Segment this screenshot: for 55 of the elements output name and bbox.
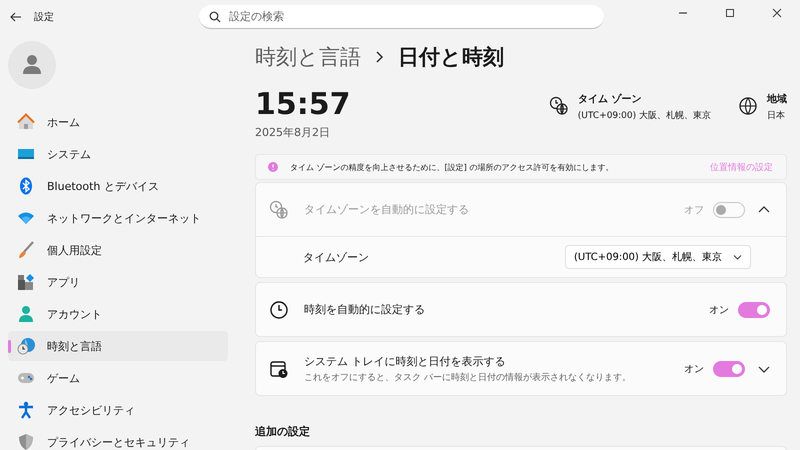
section-heading: 追加の設定 bbox=[255, 424, 311, 439]
calendar-clock-icon bbox=[269, 358, 289, 378]
shield-icon bbox=[17, 433, 35, 450]
nav-item[interactable]: Bluetooth とデバイス bbox=[8, 171, 228, 201]
toggle-state-label: オン bbox=[709, 304, 729, 316]
nav-item[interactable]: 時刻と言語 bbox=[8, 331, 228, 361]
banner-text: タイム ゾーンの精度を向上させるために、[設定] の場所のアクセス許可を有効にします。 bbox=[290, 162, 614, 172]
setting-label: タイムゾーン bbox=[303, 250, 370, 264]
search-icon bbox=[209, 11, 221, 23]
clock-globe-icon bbox=[548, 96, 569, 116]
summary-title: タイム ゾーン bbox=[578, 92, 642, 106]
nav-item[interactable]: ネットワークとインターネット bbox=[8, 203, 228, 233]
close-icon bbox=[772, 8, 782, 18]
person-icon bbox=[17, 305, 35, 323]
summary-value: 日本 bbox=[767, 110, 786, 122]
toggle-switch[interactable] bbox=[738, 302, 770, 318]
nav-item[interactable]: ホーム bbox=[8, 107, 228, 137]
house-icon bbox=[17, 113, 35, 131]
globe-icon bbox=[738, 96, 758, 116]
chevron-right-icon bbox=[375, 51, 384, 63]
selection-indicator bbox=[8, 340, 11, 353]
back-arrow-icon bbox=[10, 11, 22, 23]
nav-item[interactable]: アカウント bbox=[8, 299, 228, 329]
info-icon bbox=[268, 162, 278, 172]
globe-clock-icon bbox=[17, 337, 35, 355]
nav-item[interactable]: アプリ bbox=[8, 267, 228, 297]
toggle-state-label: オン bbox=[684, 362, 704, 376]
toggle-state-label: オフ bbox=[684, 204, 704, 216]
toggle-switch[interactable] bbox=[713, 360, 745, 376]
setting-label: 時刻を自動的に設定する bbox=[304, 302, 426, 317]
setting-label: タイムゾーンを自動的に設定する bbox=[304, 202, 470, 217]
current-time: 15:57 bbox=[255, 88, 352, 122]
paintbrush-icon bbox=[17, 241, 35, 259]
apps-icon bbox=[17, 273, 35, 291]
bluetooth-icon bbox=[17, 177, 35, 195]
breadcrumb-item[interactable]: 時刻と言語 bbox=[255, 43, 361, 71]
setting-description: これをオフにすると、タスク バーに時刻と日付の情報が表示されなくなります。 bbox=[304, 372, 632, 384]
nav-item[interactable]: アクセシビリティ bbox=[8, 395, 228, 425]
clock-globe-icon bbox=[269, 200, 289, 220]
accessibility-icon bbox=[17, 401, 35, 419]
person-icon bbox=[21, 54, 43, 76]
summary-value: (UTC+09:00) 大阪、札幌、東京 bbox=[578, 110, 711, 122]
window-title: 設定 bbox=[34, 10, 54, 24]
nav-item[interactable]: システム bbox=[8, 139, 228, 169]
nav-item[interactable]: ゲーム bbox=[8, 363, 228, 393]
summary-title: 地域 bbox=[767, 92, 787, 106]
setting-label: システム トレイに時刻と日付を表示する bbox=[304, 354, 506, 368]
search-field[interactable]: 設定の検索 bbox=[199, 5, 604, 29]
maximize-icon bbox=[724, 8, 734, 18]
nav-item[interactable]: 個人用設定 bbox=[8, 235, 228, 265]
current-date: 2025年8月2日 bbox=[255, 125, 331, 140]
breadcrumb-item: 日付と時刻 bbox=[398, 44, 504, 71]
chevron-down-icon bbox=[733, 253, 742, 261]
nav-item[interactable]: プライバシーとセキュリティ bbox=[8, 427, 228, 450]
clock-icon bbox=[269, 300, 289, 320]
